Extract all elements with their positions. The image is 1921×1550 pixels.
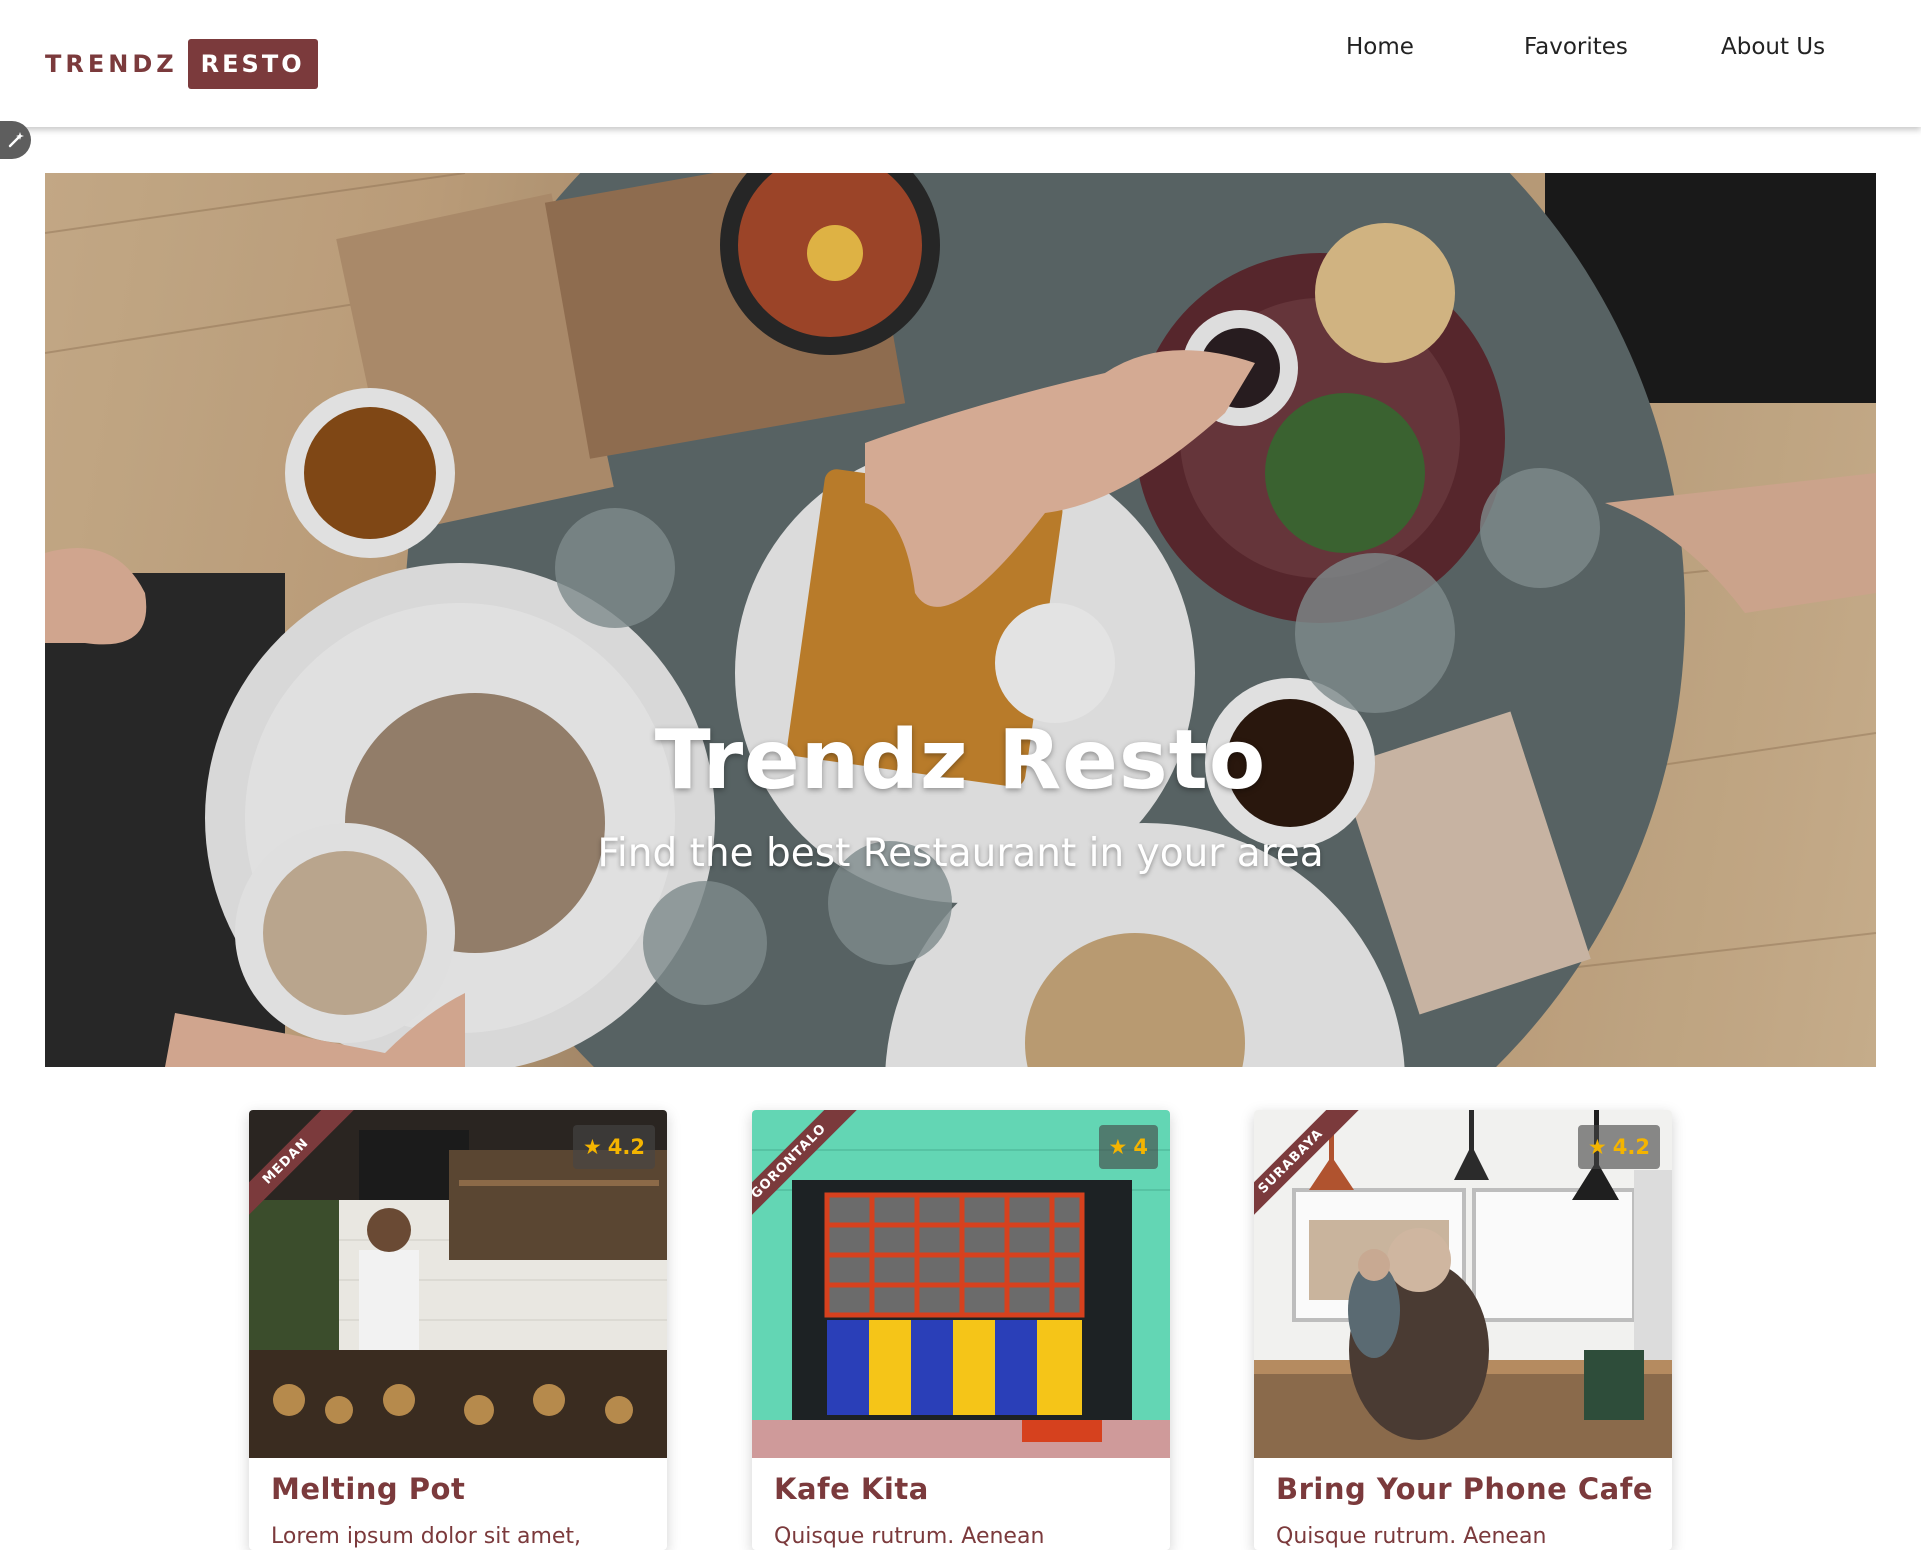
rating-value: 4	[1133, 1135, 1148, 1159]
restaurant-name[interactable]: Kafe Kita	[774, 1472, 929, 1506]
logo-text-trendz: TRENDZ	[45, 50, 178, 78]
magic-wand-icon	[8, 132, 24, 148]
city-label: MEDAN	[249, 1110, 362, 1230]
hero-image	[45, 173, 1876, 1067]
restaurant-card[interactable]: MEDAN ★ 4.2 Melting Pot Lorem ipsum dolo…	[249, 1110, 667, 1550]
rating-badge: ★ 4	[1098, 1125, 1158, 1169]
city-ribbon: SURABAYA	[1254, 1110, 1374, 1230]
city-ribbon: GORONTALO	[752, 1110, 872, 1230]
rating-badge: ★ 4.2	[572, 1125, 655, 1169]
site-header: TRENDZ RESTO Home Favorites About Us	[0, 0, 1921, 127]
nav-home[interactable]: Home	[1346, 34, 1414, 60]
star-icon: ★	[1108, 1135, 1128, 1159]
star-icon: ★	[1587, 1135, 1607, 1159]
city-label: GORONTALO	[752, 1110, 865, 1230]
hero-title: Trendz Resto	[654, 713, 1267, 808]
logo-text-resto: RESTO	[187, 39, 318, 89]
restaurant-name[interactable]: Melting Pot	[271, 1472, 465, 1506]
rating-badge: ★ 4.2	[1577, 1125, 1660, 1169]
site-logo[interactable]: TRENDZ RESTO	[45, 39, 318, 89]
restaurant-card[interactable]: GORONTALO ★ 4 Kafe Kita Quisque rutrum. …	[752, 1110, 1170, 1550]
nav-about-us[interactable]: About Us	[1721, 34, 1825, 60]
edit-tab-button[interactable]	[0, 121, 31, 159]
restaurant-card[interactable]: SURABAYA ★ 4.2 Bring Your Phone Cafe Qui…	[1254, 1110, 1672, 1550]
rating-value: 4.2	[607, 1135, 645, 1159]
rating-value: 4.2	[1612, 1135, 1650, 1159]
nav-favorites[interactable]: Favorites	[1524, 34, 1628, 60]
hero-subtitle: Find the best Restaurant in your area	[597, 831, 1324, 876]
star-icon: ★	[582, 1135, 602, 1159]
city-label: SURABAYA	[1254, 1110, 1367, 1230]
restaurant-name[interactable]: Bring Your Phone Cafe	[1276, 1472, 1653, 1506]
hero-banner: Trendz Resto Find the best Restaurant in…	[45, 173, 1876, 1067]
city-ribbon: MEDAN	[249, 1110, 369, 1230]
